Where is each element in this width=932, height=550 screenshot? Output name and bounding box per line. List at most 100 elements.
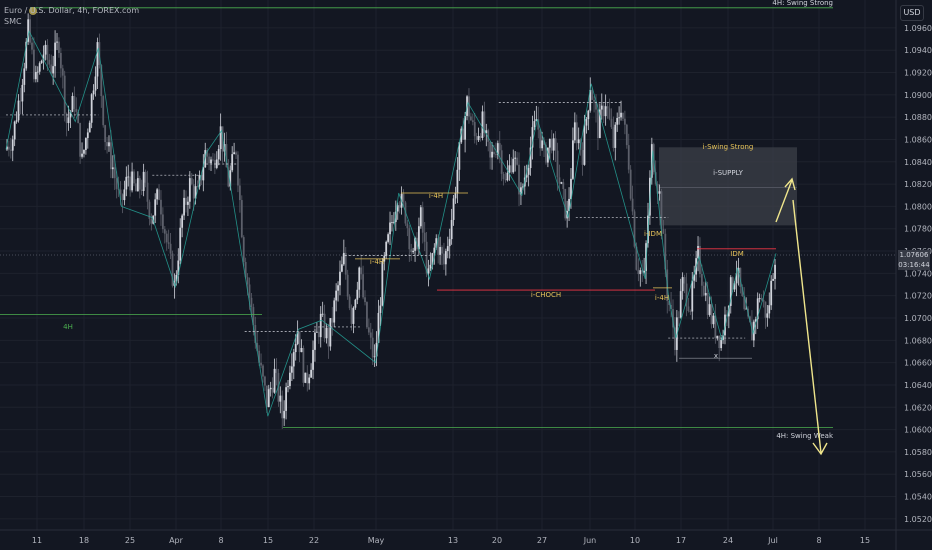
i-supply-zone <box>659 147 797 226</box>
candle-body <box>38 63 41 72</box>
candle-body <box>337 285 339 291</box>
candle-body <box>294 343 297 353</box>
projection-arrow-down <box>792 199 822 454</box>
price-axis[interactable]: 1.09600 1.09400 1.09200 1.09000 1.08800 1.086… <box>895 0 932 550</box>
candle-body <box>283 410 286 419</box>
candle-body <box>187 201 189 205</box>
candle-body <box>190 178 193 185</box>
candle-body <box>620 112 622 118</box>
candle-body <box>350 308 353 324</box>
candle-body <box>150 218 153 224</box>
candle-body <box>160 199 162 215</box>
y-tick-label: 1.05600 <box>904 470 932 479</box>
candle-body <box>111 167 114 170</box>
currency-button[interactable]: USD <box>900 5 924 21</box>
candle-body <box>212 159 214 161</box>
candle-body <box>427 268 430 274</box>
candle-body <box>344 252 347 275</box>
candle-body <box>161 214 164 230</box>
x-tick-label: Jun <box>583 536 597 545</box>
candle-body <box>768 305 771 314</box>
candle-body <box>469 116 472 121</box>
candle-body <box>17 100 20 121</box>
candle-body <box>704 292 707 296</box>
candle-body <box>616 117 619 125</box>
x-tick-label: 8 <box>816 536 821 545</box>
candle-body <box>454 193 457 199</box>
candle-body <box>181 215 184 228</box>
candle-body <box>677 317 680 319</box>
candle-body <box>165 233 168 243</box>
candle-body <box>339 271 341 286</box>
candle-body <box>439 247 441 255</box>
x-tick-label: Apr <box>169 536 184 545</box>
candle-body <box>354 299 357 308</box>
candle-body <box>185 197 187 205</box>
candle-body <box>133 171 135 184</box>
candle-body <box>73 95 76 109</box>
candle-body <box>317 331 320 338</box>
candle-body <box>273 368 276 393</box>
candle-body <box>110 142 112 170</box>
candle-body <box>50 64 53 74</box>
candle-body <box>585 119 588 126</box>
y-tick-label: 1.05400 <box>904 493 932 502</box>
candle-body <box>764 301 767 318</box>
candle-body <box>264 376 266 386</box>
candle-body <box>13 121 16 140</box>
candle-body <box>129 176 132 191</box>
time-axis[interactable]: 11 18 25 Apr 8 15 22 May 13 20 27 Jun 10 17 24 Jul 8 15 <box>0 529 932 545</box>
candle-body <box>102 96 105 126</box>
candle-body <box>708 304 711 315</box>
x-tick-label: 25 <box>125 536 135 545</box>
candle-body <box>298 331 301 353</box>
candle-body <box>123 189 126 201</box>
candle-body <box>419 207 422 227</box>
indicator-name[interactable]: SMC <box>4 16 139 27</box>
candle-body <box>19 100 22 102</box>
candle-body <box>774 264 776 279</box>
candle-body <box>562 182 565 190</box>
candle-body <box>233 152 236 155</box>
candle-body <box>59 52 62 69</box>
candle-body <box>683 277 686 284</box>
candle-body <box>473 122 476 137</box>
candle-body <box>287 386 289 388</box>
candle-body <box>267 389 270 407</box>
candle-body <box>92 90 95 95</box>
y-tick-label: 1.09400 <box>904 46 932 55</box>
price-chart[interactable]: 1.09600 1.09400 1.09200 1.09000 1.08800 1.086… <box>0 0 932 550</box>
candle-body <box>367 327 370 333</box>
candle-body <box>146 182 149 202</box>
candle-body <box>456 169 459 194</box>
candle-body <box>618 117 621 119</box>
candle-body <box>391 222 393 223</box>
candle-body <box>260 362 262 366</box>
candle-body <box>364 297 366 303</box>
candle-body <box>679 291 682 318</box>
candle-body <box>477 135 480 141</box>
candle-body <box>31 42 33 50</box>
candle-body <box>718 335 721 349</box>
candle-body <box>593 99 595 102</box>
annotations-layer: 4H: Swing Strong 4H: Swing Weak 4H i-Swing … <box>0 0 834 456</box>
candle-body <box>342 252 345 265</box>
candle-body <box>219 126 222 150</box>
candle-body <box>237 154 239 186</box>
candle-body <box>183 197 185 216</box>
candle-body <box>583 125 586 165</box>
candle-body <box>23 68 26 85</box>
candle-body <box>167 242 170 244</box>
candle-body <box>527 168 530 175</box>
candle-body <box>597 109 599 139</box>
candle-body <box>135 183 137 192</box>
candle-body <box>541 140 544 149</box>
candle-body <box>265 385 268 407</box>
symbol-title[interactable]: Euro / U.S. Dollar, 4h, FOREX.com <box>4 5 139 16</box>
candle-body <box>710 304 713 325</box>
candle-body <box>691 280 694 312</box>
candle-body <box>600 105 603 110</box>
candle-body <box>308 377 311 384</box>
candle-body <box>512 158 515 173</box>
candle-body <box>246 277 249 285</box>
